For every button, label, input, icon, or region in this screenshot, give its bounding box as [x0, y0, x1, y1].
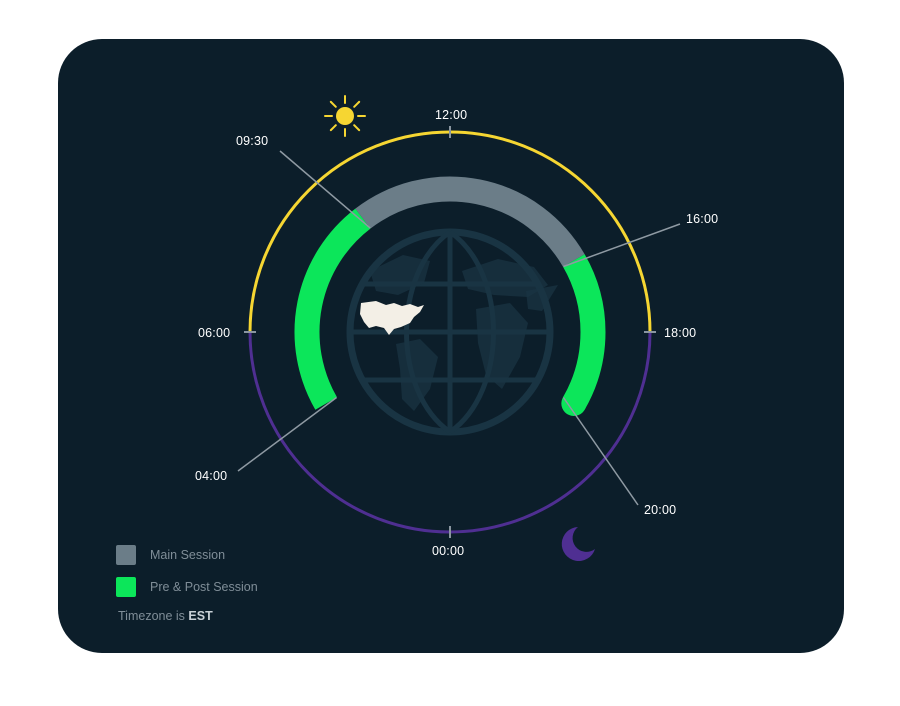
- legend-item-pre-post: Pre & Post Session: [116, 571, 258, 603]
- legend-label-pre-post: Pre & Post Session: [150, 580, 258, 594]
- label-00: 00:00: [432, 544, 465, 558]
- leader-main-start: [279, 150, 371, 229]
- legend: Main Session Pre & Post Session: [116, 539, 258, 603]
- sun-icon: [324, 95, 366, 137]
- timezone-prefix: Timezone is: [118, 609, 189, 623]
- post-session-arc: [562, 254, 606, 410]
- legend-swatch-pre-post: [116, 577, 136, 597]
- label-06: 06:00: [198, 326, 231, 340]
- market-hours-card: 12:00 18:00 00:00 06:00 09:30 16:00 04:0…: [58, 39, 844, 653]
- legend-label-main: Main Session: [150, 548, 226, 562]
- timezone-note: Timezone is EST: [118, 609, 213, 623]
- label-post-end: 20:00: [644, 503, 677, 517]
- label-12: 12:00: [435, 108, 468, 122]
- label-18: 18:00: [664, 326, 697, 340]
- globe-icon: [346, 228, 558, 436]
- timezone-value: EST: [188, 609, 213, 623]
- legend-item-main: Main Session: [116, 539, 258, 571]
- label-main-start: 09:30: [236, 134, 269, 148]
- label-pre-start: 04:00: [195, 469, 228, 483]
- label-main-end: 16:00: [686, 212, 719, 226]
- legend-swatch-main: [116, 545, 136, 565]
- leader-pre-start: [237, 396, 337, 472]
- moon-icon: [561, 527, 595, 561]
